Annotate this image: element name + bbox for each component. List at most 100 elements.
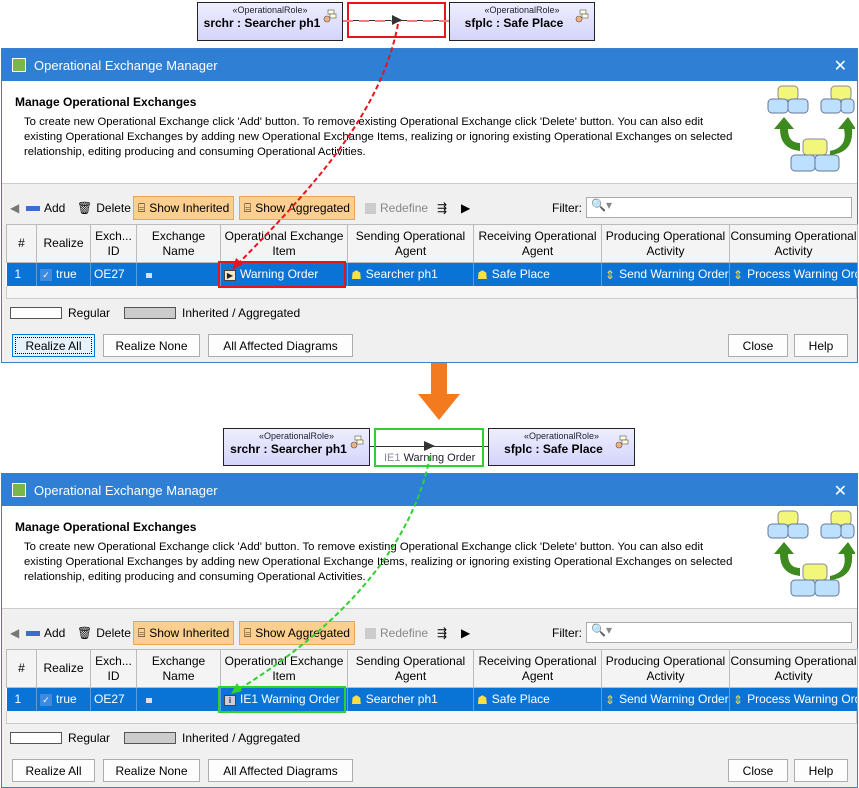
column-header[interactable]: Producing Operational Activity [601, 649, 730, 688]
sending-agent-cell[interactable]: ☗ Searcher ph1 [347, 687, 474, 711]
show-inherited-toggle[interactable]: ⌸ Show Inherited [133, 196, 235, 220]
column-header[interactable]: Consuming Operational Activity [729, 224, 858, 263]
table-empty-area [6, 286, 857, 299]
add-button[interactable]: Add [26, 196, 65, 220]
dialog-header: Manage Operational Exchanges To create n… [2, 81, 857, 184]
help-button[interactable]: Help [794, 759, 848, 782]
show-aggregated-toggle[interactable]: ⌸ Show Aggregated [239, 621, 355, 645]
agent-icon: ☗ [351, 692, 362, 707]
column-header[interactable]: Realize [36, 224, 91, 263]
show-aggregated-toggle[interactable]: ⌸ Show Aggregated [239, 196, 355, 220]
column-header[interactable]: Receiving Operational Agent [473, 649, 602, 688]
show-inherited-label: Show Inherited [149, 201, 230, 215]
show-inherited-toggle[interactable]: ⌸ Show Inherited [133, 621, 235, 645]
realize-all-button[interactable]: Realize All [12, 334, 95, 357]
scroll-right-icon[interactable]: ▶ [461, 621, 470, 645]
inherited-legend-label: Inherited / Aggregated [182, 731, 301, 745]
consuming-activity-cell[interactable]: ⇕Process Warning Order [729, 687, 858, 711]
safe-place-role-part[interactable]: «OperationalRole» sfplc : Safe Place [488, 428, 635, 466]
table-header-row: # Realize Exch... ID Exchange Name Opera… [6, 224, 858, 263]
exchange-icon [146, 272, 152, 278]
regular-swatch [10, 307, 62, 319]
column-header[interactable]: Exchange Name [136, 224, 221, 263]
column-header[interactable]: # [6, 649, 37, 688]
filter-input[interactable]: 🔍▾ [586, 622, 852, 643]
producing-activity-cell[interactable]: ⇕ Send Warning Order [601, 687, 730, 711]
more-options-icon[interactable]: ⇶ [437, 621, 447, 645]
role-icon [615, 435, 629, 449]
exchange-name-cell[interactable] [136, 687, 221, 711]
role-icon [323, 9, 337, 23]
filter-label: Filter: [552, 201, 582, 215]
close-icon[interactable]: ✕ [834, 56, 847, 76]
column-header[interactable]: # [6, 224, 37, 263]
searcher-role-part[interactable]: «OperationalRole» srchr : Searcher ph1 [223, 428, 370, 466]
realize-all-button[interactable]: Realize All [12, 759, 95, 782]
add-button[interactable]: Add [26, 621, 65, 645]
column-header[interactable]: Operational Exchange Item [220, 649, 348, 688]
all-affected-diagrams-button[interactable]: All Affected Diagrams [208, 759, 353, 782]
more-options-icon[interactable]: ⇶ [437, 196, 447, 220]
realize-none-button[interactable]: Realize None [103, 334, 200, 357]
exchange-name-cell[interactable] [136, 262, 221, 286]
connector-label: IE1 Warning Order [384, 452, 476, 464]
help-button[interactable]: Help [794, 334, 848, 357]
exchange-icon [146, 697, 152, 703]
delete-label: Delete [96, 201, 131, 215]
agent-icon: ☗ [351, 267, 362, 282]
role-icon [350, 435, 364, 449]
activity-icon: ⇕ [605, 692, 616, 707]
stereotype: «OperationalRole» [258, 431, 335, 441]
searcher-role-part[interactable]: «OperationalRole» srchr : Searcher ph1 [197, 2, 343, 41]
column-header[interactable]: Realize [36, 649, 91, 688]
column-header[interactable]: Operational Exchange Item [220, 224, 348, 263]
table-row[interactable]: 1 ✓ true OE27 i IE1 Warning Order ☗ Searche… [6, 687, 858, 711]
redefine-icon [365, 627, 376, 639]
scroll-right-icon[interactable]: ▶ [461, 196, 470, 220]
delete-button[interactable]: 🗑 Delete [77, 196, 131, 220]
redefine-label: Redefine [380, 626, 429, 640]
column-header[interactable]: Sending Operational Agent [347, 649, 474, 688]
safe-place-role-part[interactable]: «OperationalRole» sfplc : Safe Place [449, 2, 595, 41]
checkbox-checked-icon[interactable]: ✓ [40, 269, 52, 282]
scroll-left-icon[interactable]: ◀ [10, 196, 19, 220]
column-header[interactable]: Exch... ID [90, 649, 137, 688]
scroll-left-icon[interactable]: ◀ [10, 621, 19, 645]
id-cell[interactable]: OE27 [90, 262, 137, 286]
filter-label: Filter: [552, 626, 582, 640]
show-aggregated-label: Show Aggregated [255, 626, 350, 640]
all-affected-diagrams-button[interactable]: All Affected Diagrams [208, 334, 353, 357]
realize-none-button[interactable]: Realize None [103, 759, 200, 782]
realize-cell[interactable]: ✓ true [36, 687, 91, 711]
receiving-agent-cell[interactable]: ☗ Safe Place [473, 262, 602, 286]
consuming-activity-cell[interactable]: ⇕Process Warning Order [729, 262, 858, 286]
connector-highlight [347, 2, 446, 38]
close-button[interactable]: Close [728, 759, 788, 782]
column-header[interactable]: Consuming Operational Activity [729, 649, 858, 688]
id-cell[interactable]: OE27 [90, 687, 137, 711]
dialog-heading: Manage Operational Exchanges [15, 520, 197, 534]
column-header[interactable]: Sending Operational Agent [347, 224, 474, 263]
stereotype: «OperationalRole» [232, 5, 308, 15]
close-button[interactable]: Close [728, 334, 788, 357]
filter-input[interactable]: 🔍▾ [586, 197, 852, 218]
checkbox-checked-icon[interactable]: ✓ [40, 694, 52, 707]
producing-activity-cell[interactable]: ⇕ Send Warning Order [601, 262, 730, 286]
receiving-agent-cell[interactable]: ☗ Safe Place [473, 687, 602, 711]
column-header[interactable]: Producing Operational Activity [601, 224, 730, 263]
column-header[interactable]: Exchange Name [136, 649, 221, 688]
column-header[interactable]: Receiving Operational Agent [473, 224, 602, 263]
delete-button[interactable]: 🗑 Delete [77, 621, 131, 645]
redefine-button[interactable]: Redefine [365, 196, 428, 220]
table-row[interactable]: 1 ✓ true OE27 ▶ Warning Order ☗ Searcher ph… [6, 262, 858, 286]
operational-exchange-manager-dialog: Operational Exchange Manager ✕ Manage Op… [1, 48, 858, 363]
role-icon [575, 9, 589, 23]
dialog-title: Operational Exchange Manager [34, 482, 218, 498]
redefine-label: Redefine [380, 201, 429, 215]
sending-agent-cell[interactable]: ☗ Searcher ph1 [347, 262, 474, 286]
realize-cell[interactable]: ✓ true [36, 262, 91, 286]
close-icon[interactable]: ✕ [834, 481, 847, 501]
column-header[interactable]: Exch... ID [90, 224, 137, 263]
redefine-button[interactable]: Redefine [365, 621, 428, 645]
row-number: 1 [6, 687, 37, 711]
